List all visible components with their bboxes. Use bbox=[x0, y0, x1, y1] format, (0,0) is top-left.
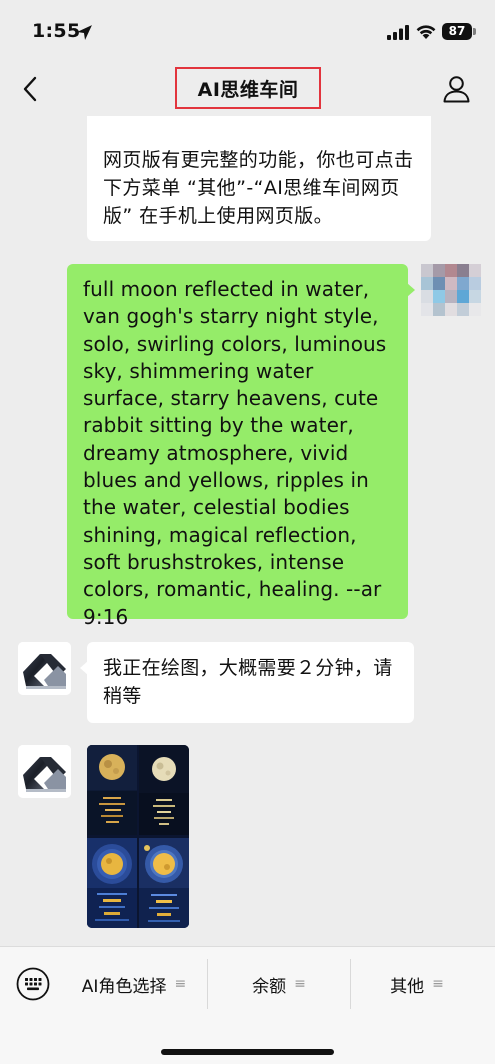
user-prompt-bubble[interactable]: full moon reflected in water, van gogh's… bbox=[67, 264, 408, 629]
notice-message-bubble[interactable]: 网页版有更完整的功能，你也可点击下方菜单 “其他”-“AI思维车间网页版” 在手… bbox=[87, 116, 431, 241]
bot-status-text: 我正在绘图，大概需要２分钟，请稍等 bbox=[103, 657, 393, 707]
person-icon bbox=[443, 76, 470, 103]
cellular-signal-icon bbox=[387, 25, 409, 40]
generated-image-grid[interactable] bbox=[87, 745, 189, 928]
battery-indicator: 87 bbox=[442, 23, 472, 40]
profile-button[interactable] bbox=[436, 70, 476, 108]
image-tile[interactable] bbox=[87, 745, 137, 835]
image-tile[interactable] bbox=[139, 838, 189, 928]
back-button[interactable] bbox=[14, 70, 50, 106]
location-arrow-icon bbox=[77, 25, 92, 40]
bubble-tail bbox=[407, 283, 415, 297]
bot-logo-icon bbox=[18, 745, 71, 798]
menu-balance[interactable]: 余额 ≡ bbox=[208, 959, 350, 1009]
image-tile[interactable] bbox=[87, 838, 137, 928]
battery-tip bbox=[473, 28, 476, 35]
menu-label: AI角色选择 bbox=[81, 976, 167, 997]
menu-ai-role-select[interactable]: AI角色选择 ≡ bbox=[62, 959, 206, 1009]
notice-message-text: 网页版有更完整的功能，你也可点击下方菜单 “其他”-“AI思维车间网页版” 在手… bbox=[103, 149, 414, 227]
user-prompt-text: full moon reflected in water, van gogh's… bbox=[83, 277, 387, 629]
keyboard-icon bbox=[16, 967, 50, 1001]
menu-lines-icon: ≡ bbox=[294, 976, 306, 992]
menu-label: 余额 bbox=[252, 976, 287, 997]
wifi-icon bbox=[416, 25, 436, 39]
status-bar: 1:55 87 bbox=[0, 0, 495, 62]
keyboard-toggle-button[interactable] bbox=[16, 967, 50, 1001]
nav-bar: AI思维车间 bbox=[0, 62, 495, 116]
chat-screen: 1:55 87 AI思维车间 网页版有更完整的功能，你也可点击下方菜单 “其他”… bbox=[0, 0, 495, 1064]
image-tile[interactable] bbox=[139, 745, 189, 835]
bot-avatar[interactable] bbox=[18, 642, 71, 695]
page-title: AI思维车间 bbox=[197, 78, 299, 101]
user-avatar[interactable] bbox=[421, 264, 481, 316]
bot-logo-icon bbox=[18, 642, 71, 695]
bottom-menu-bar: AI角色选择 ≡ 余额 ≡ 其他 ≡ bbox=[0, 946, 495, 1064]
home-indicator[interactable] bbox=[161, 1049, 334, 1055]
menu-other[interactable]: 其他 ≡ bbox=[351, 959, 483, 1009]
title-highlight-box: AI思维车间 bbox=[175, 67, 321, 109]
menu-lines-icon: ≡ bbox=[432, 976, 444, 992]
bot-avatar[interactable] bbox=[18, 745, 71, 798]
menu-label: 其他 bbox=[390, 976, 425, 997]
status-time: 1:55 bbox=[32, 20, 81, 42]
chevron-left-icon bbox=[23, 76, 37, 102]
menu-lines-icon: ≡ bbox=[174, 976, 187, 992]
bot-status-bubble[interactable]: 我正在绘图，大概需要２分钟，请稍等 bbox=[87, 642, 414, 723]
